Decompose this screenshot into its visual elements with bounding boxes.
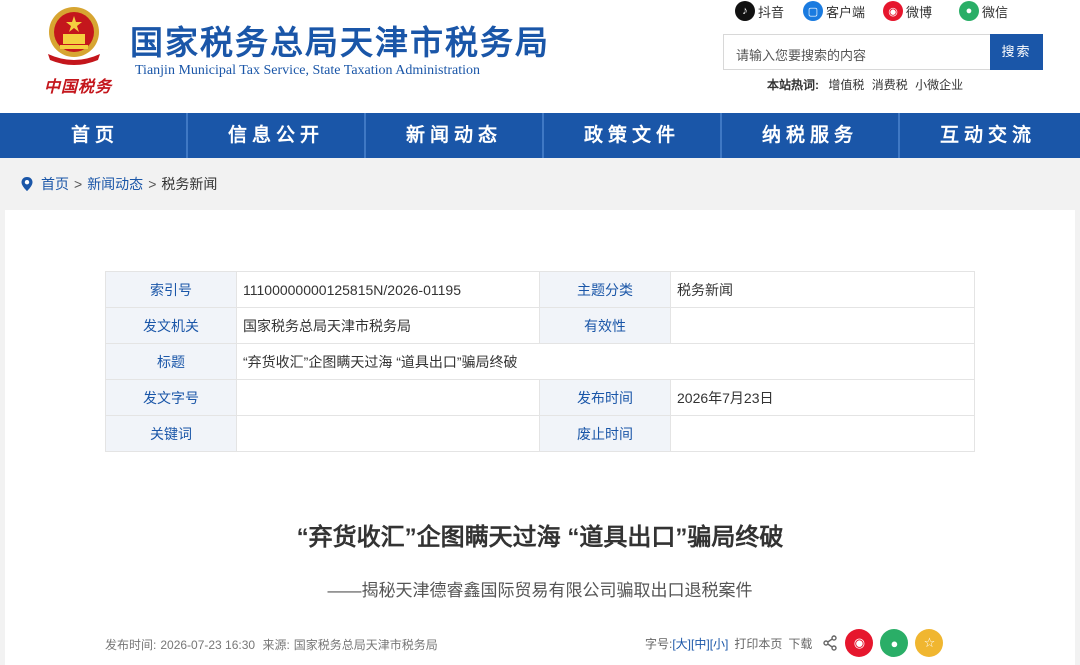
article-container: 索引号 11100000000125815N/2026-01195 主题分类 税… [5, 210, 1075, 665]
source-label: 来源: [262, 638, 290, 652]
emblem-caption: 中国税务 [44, 77, 113, 96]
article-info: 发布时间: 2026-07-23 16:30 来源: 国家税务总局天津市税务局 [105, 636, 442, 653]
publish-time: 2026-07-23 16:30 [160, 638, 256, 652]
font-medium-button[interactable]: [中] [691, 635, 710, 652]
metadata-table: 索引号 11100000000125815N/2026-01195 主题分类 税… [105, 271, 975, 452]
issuer-label: 发文机关 [105, 307, 237, 344]
favorite-star-icon[interactable]: ☆ [915, 629, 944, 657]
social-wechat-label: 微信 [982, 4, 1009, 20]
abolish-time-value [670, 415, 975, 452]
search-button[interactable]: 搜索 [990, 34, 1043, 70]
table-row: 关键词 废止时间 [105, 415, 975, 452]
doc-number-label: 发文字号 [105, 379, 237, 416]
breadcrumb: 首页 > 新闻动态 > 税务新闻 [20, 174, 217, 194]
font-size-label: 字号: [645, 636, 673, 651]
social-douyin-label: 抖音 [758, 4, 785, 20]
social-weibo-label: 微博 [906, 4, 933, 20]
article-subtitle: ——揭秘天津德睿鑫国际贸易有限公司骗取出口退税案件 [327, 581, 753, 600]
nav-info-disclosure[interactable]: 信息公开 [186, 113, 364, 158]
publish-time-label: 发布时间 [539, 379, 671, 416]
douyin-icon: ♪ [735, 1, 755, 21]
location-pin-icon [21, 177, 33, 191]
font-small-button[interactable]: [小] [710, 635, 729, 652]
weibo-icon: ◉ [883, 1, 903, 21]
font-large-button[interactable]: [大] [672, 635, 691, 652]
nav-home[interactable]: 首页 [4, 113, 186, 158]
publish-time-label: 发布时间: [105, 638, 157, 652]
publish-time-value: 2026年7月23日 [670, 379, 975, 416]
national-emblem-icon [48, 7, 100, 65]
download-button[interactable]: 下载 [788, 635, 812, 652]
wechat-icon: ● [959, 1, 979, 21]
social-app[interactable]: ▢ 客户端 [803, 0, 865, 22]
app-icon: ▢ [803, 1, 823, 21]
title-label: 标题 [105, 343, 237, 380]
title-value: “弃货收汇”企图瞒天过海 “道具出口”骗局终破 [236, 343, 975, 380]
validity-value [670, 307, 975, 344]
social-wechat[interactable]: ● 微信 [959, 0, 1008, 22]
breadcrumb-separator: > [148, 176, 157, 192]
share-icon[interactable] [822, 635, 838, 651]
print-button[interactable]: 打印本页 [734, 635, 782, 652]
breadcrumb-news[interactable]: 新闻动态 [87, 174, 143, 194]
article-tools: 字号: [大] [中] [小] 打印本页 下载 ◉ ● ☆ [645, 628, 944, 658]
doc-number-value [236, 379, 540, 416]
breadcrumb-separator: > [74, 176, 83, 192]
weibo-share-icon[interactable]: ◉ [845, 629, 874, 657]
abolish-time-label: 废止时间 [539, 415, 671, 452]
wechat-share-icon[interactable]: ● [880, 629, 909, 657]
nav-tax-service[interactable]: 纳税服务 [720, 113, 898, 158]
keywords-label: 关键词 [105, 415, 237, 452]
index-label: 索引号 [105, 271, 237, 308]
site-title[interactable]: 国家税务总局天津市税务局 [130, 16, 550, 64]
social-app-label: 客户端 [826, 4, 866, 20]
nav-interaction[interactable]: 互动交流 [898, 113, 1076, 158]
table-row: 发文字号 发布时间 2026年7月23日 [105, 379, 975, 416]
hot-word-link[interactable]: 小微企业 [915, 78, 963, 92]
site-header: 中国税务 国家税务总局天津市税务局 Tianjin Municipal Tax … [0, 0, 1080, 113]
hot-words: 本站热词: 增值税 消费税 小微企业 [767, 76, 967, 93]
source: 国家税务总局天津市税务局 [293, 638, 438, 652]
breadcrumb-home[interactable]: 首页 [41, 174, 69, 194]
keywords-value [236, 415, 540, 452]
topic-label: 主题分类 [539, 271, 671, 308]
table-row: 标题 “弃货收汇”企图瞒天过海 “道具出口”骗局终破 [105, 343, 975, 380]
nav-news[interactable]: 新闻动态 [364, 113, 542, 158]
main-nav: 首页 信息公开 新闻动态 政策文件 纳税服务 互动交流 [0, 113, 1080, 158]
validity-label: 有效性 [539, 307, 671, 344]
article-title: “弃货收汇”企图瞒天过海 “道具出口”骗局终破 [296, 524, 784, 551]
breadcrumb-current: 税务新闻 [161, 176, 218, 192]
nav-policy[interactable]: 政策文件 [542, 113, 720, 158]
topic-value: 税务新闻 [670, 271, 975, 308]
issuer-value: 国家税务总局天津市税务局 [236, 307, 540, 344]
social-weibo[interactable]: ◉ 微博 [883, 0, 932, 22]
hot-words-label: 本站热词: [767, 78, 819, 92]
table-row: 索引号 11100000000125815N/2026-01195 主题分类 税… [105, 271, 975, 308]
search-input[interactable]: 请输入您要搜索的内容 [723, 34, 991, 70]
table-row: 发文机关 国家税务总局天津市税务局 有效性 [105, 307, 975, 344]
index-value: 11100000000125815N/2026-01195 [236, 271, 540, 308]
site-subtitle: Tianjin Municipal Tax Service, State Tax… [135, 63, 481, 78]
social-douyin[interactable]: ♪ 抖音 [735, 0, 784, 22]
hot-word-link[interactable]: 消费税 [872, 78, 908, 92]
hot-word-link[interactable]: 增值税 [828, 78, 864, 92]
